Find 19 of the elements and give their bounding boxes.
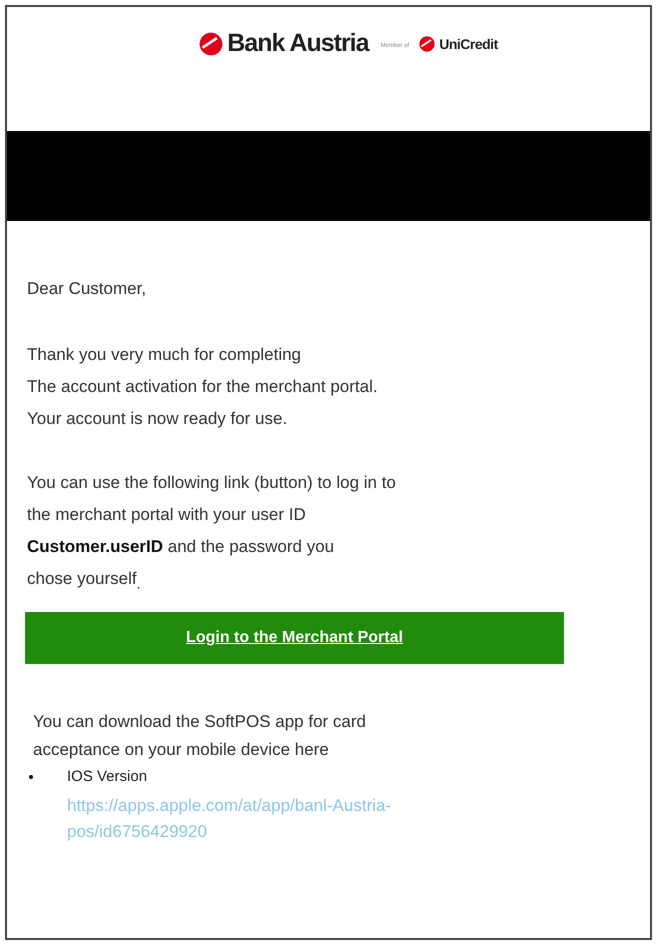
bullet-icon (29, 774, 33, 779)
body-text: Thank you very much for completing (27, 344, 302, 366)
body-text: chose yourself$_{.}$ (27, 568, 142, 594)
brand-logo-icon (199, 32, 224, 56)
bullet-label: IOS Version (67, 768, 148, 786)
app-store-link[interactable]: pos/id6756429920 (67, 819, 650, 846)
body-text: the merchant portal with your user ID (27, 504, 307, 526)
body-text: The account activation for the merchant portal. (27, 376, 379, 398)
login-button[interactable]: Login to the Merchant Portal (25, 612, 564, 664)
body-text: acceptance on your mobile device here (33, 739, 330, 762)
app-store-link[interactable]: https://apps.apple.com/at/app/banl-Austria- (67, 793, 650, 820)
partner-name: UniCredit (439, 36, 498, 52)
brand-logo-icon (419, 36, 436, 52)
brand-name: Bank Austria (227, 29, 369, 58)
body-text: You can download the SoftPOS app for card (33, 711, 367, 734)
greeting: Dear Customer, (27, 278, 148, 300)
body-text: Your account is now ready for use. (27, 408, 288, 430)
body-text: You can use the following link (button) to log in to (27, 472, 397, 494)
body-text: Customer.userID and the password you (27, 536, 336, 558)
